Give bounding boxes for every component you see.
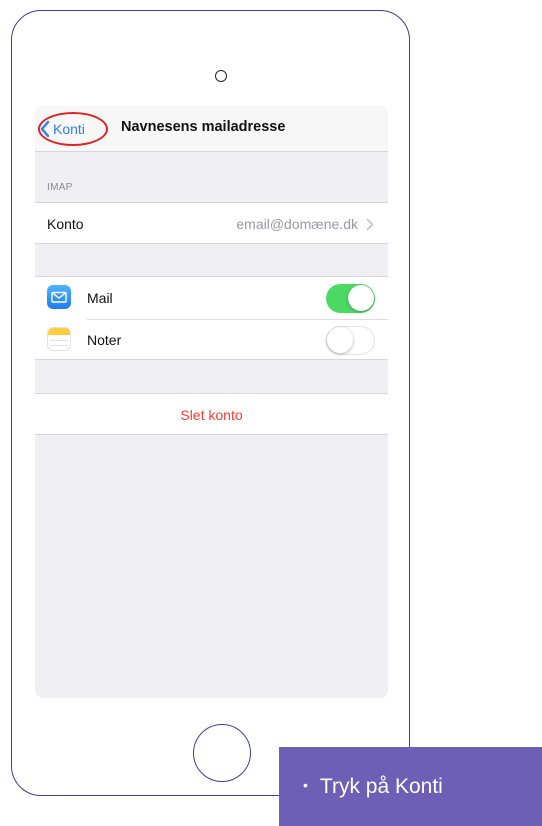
chevron-right-icon [366, 218, 374, 231]
noter-toggle[interactable] [326, 326, 375, 355]
back-button[interactable]: Konti [39, 114, 107, 144]
mail-toggle[interactable] [326, 284, 375, 313]
navigation-bar: Konti Navnesens mailadresse [35, 106, 388, 152]
home-button[interactable] [193, 724, 251, 782]
account-group: Konto email@domæne.dk [35, 202, 388, 244]
mail-label: Mail [87, 290, 113, 306]
instruction-label: Tryk på Konti [319, 775, 443, 798]
settings-screen: Konti Navnesens mailadresse IMAP Konto e… [35, 106, 388, 698]
camera-icon [215, 70, 227, 82]
mail-icon [47, 285, 71, 309]
toggle-knob [348, 285, 374, 311]
list-item-mail: Mail [35, 277, 388, 320]
chevron-left-icon [40, 120, 50, 138]
back-button-label: Konti [53, 121, 85, 137]
delete-group: Slet konto [35, 393, 388, 435]
toggle-knob [327, 327, 353, 353]
account-email-value: email@domæne.dk [236, 216, 358, 232]
instruction-callout: • Tryk på Konti [279, 747, 542, 826]
bullet-icon: • [303, 777, 308, 793]
delete-account-button[interactable]: Slet konto [35, 407, 388, 423]
instruction-text: • Tryk på Konti [303, 775, 443, 799]
section-header-imap: IMAP [47, 182, 73, 193]
account-row-label: Konto [47, 216, 84, 232]
list-item-noter: Noter [35, 319, 388, 361]
notes-icon [47, 327, 71, 351]
apps-group: Mail Noter [35, 276, 388, 360]
account-row[interactable]: Konto email@domæne.dk [35, 203, 388, 245]
page-title: Navnesens mailadresse [121, 119, 286, 135]
noter-label: Noter [87, 332, 122, 348]
